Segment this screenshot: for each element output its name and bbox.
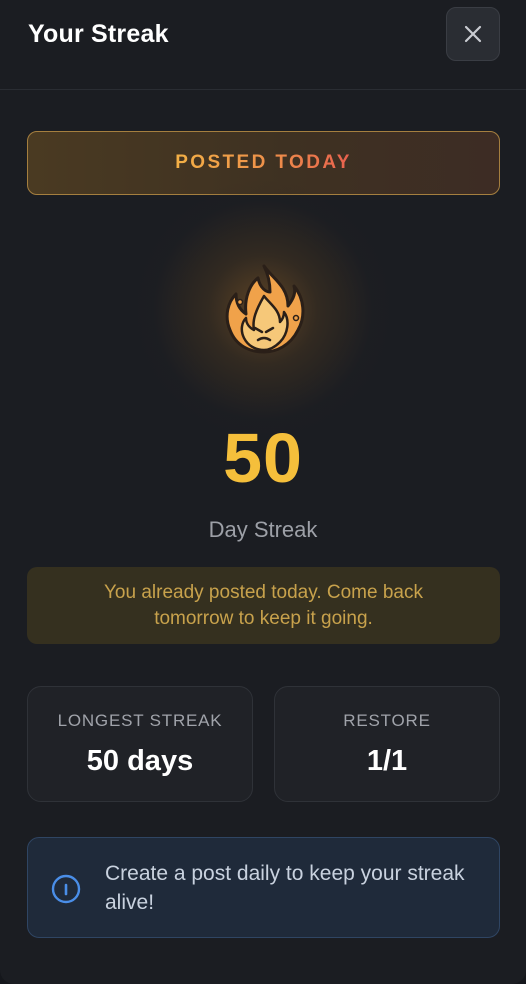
panel-header: Your Streak	[0, 0, 526, 90]
restore-card[interactable]: RESTORE 1/1	[274, 686, 500, 802]
close-button[interactable]	[446, 7, 500, 61]
restore-label: RESTORE	[343, 711, 431, 730]
restore-value: 1/1	[366, 745, 408, 777]
longest-streak-card: LONGEST STREAK 50 days	[27, 686, 253, 802]
close-icon	[464, 25, 482, 43]
info-icon	[51, 874, 81, 904]
streak-panel: Your Streak POSTED TODAY 50 Day Streak Y…	[0, 0, 526, 984]
banner-label: POSTED TODAY	[175, 152, 352, 173]
longest-streak-label: LONGEST STREAK	[57, 711, 223, 730]
longest-streak-value: 50 days	[86, 745, 194, 777]
flame-icon	[225, 264, 305, 354]
already-posted-notice: You already posted today. Come back tomo…	[27, 567, 500, 644]
info-message: Create a post daily to keep your streak …	[105, 862, 465, 914]
notice-message: You already posted today. Come back tomo…	[104, 581, 423, 629]
streak-count: 50	[223, 419, 303, 497]
panel-title: Your Streak	[28, 20, 169, 48]
streak-label: Day Streak	[208, 517, 318, 542]
info-tip: Create a post daily to keep your streak …	[27, 837, 500, 938]
